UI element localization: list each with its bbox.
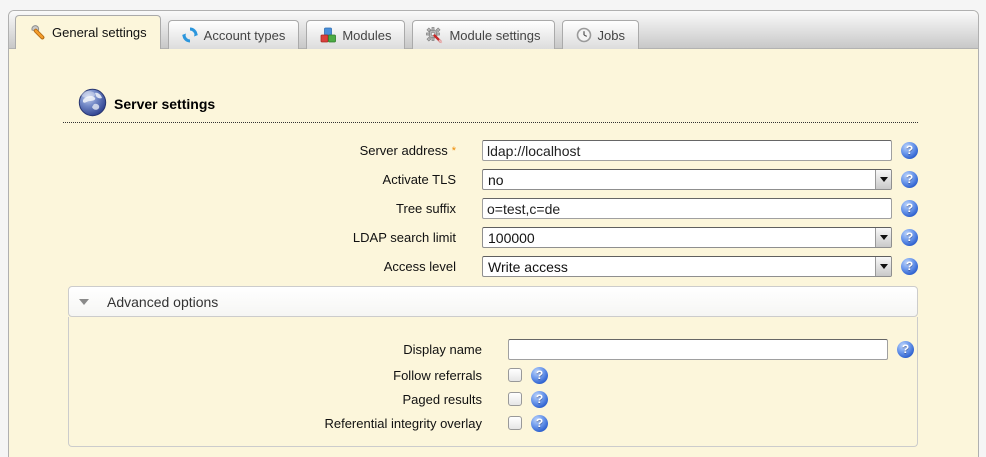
- selected-value: 100000: [483, 230, 875, 246]
- display-name-label: Display name: [69, 342, 482, 357]
- tab-general-settings[interactable]: General settings: [15, 15, 161, 49]
- help-icon[interactable]: ?: [897, 341, 914, 358]
- tab-module-settings[interactable]: Module settings: [412, 20, 554, 49]
- tab-jobs[interactable]: Jobs: [562, 20, 639, 49]
- selected-value: no: [483, 172, 875, 188]
- activate-tls-label: Activate TLS: [63, 172, 456, 187]
- help-icon[interactable]: ?: [901, 258, 918, 275]
- tab-label: Module settings: [449, 28, 540, 43]
- tab-account-types[interactable]: Account types: [168, 20, 300, 49]
- modules-icon: [320, 27, 336, 43]
- display-name-row: Display name?: [69, 335, 917, 363]
- tab-modules[interactable]: Modules: [306, 20, 405, 49]
- ldap-search-limit-label: LDAP search limit: [63, 230, 456, 245]
- general-settings-panel: Server settings Server address*?Activate…: [9, 49, 978, 447]
- advanced-options-content: Display name?Follow referrals?Paged resu…: [68, 317, 918, 447]
- tree-suffix-input[interactable]: [482, 198, 892, 219]
- wrench-icon: [29, 24, 46, 41]
- access-level-select[interactable]: Write access: [482, 256, 892, 277]
- follow-referrals-row: Follow referrals?: [69, 363, 917, 387]
- help-icon[interactable]: ?: [901, 200, 918, 217]
- clock-icon: [576, 27, 592, 43]
- tab-label: Jobs: [598, 28, 625, 43]
- section-title-row: Server settings: [78, 89, 918, 118]
- help-icon[interactable]: ?: [901, 229, 918, 246]
- help-icon[interactable]: ?: [531, 391, 548, 408]
- settings-panel: General settings Account types Modules Modu…: [8, 10, 979, 457]
- triangle-down-icon: [79, 299, 89, 305]
- access-level-label: Access level: [63, 259, 456, 274]
- server-address-input[interactable]: [482, 140, 892, 161]
- ldap-search-limit-row: LDAP search limit 100000?: [63, 223, 918, 252]
- paged-results-row: Paged results?: [69, 387, 917, 411]
- page-title: Server settings: [114, 96, 215, 112]
- server-address-label: Server address*: [63, 143, 456, 158]
- ldap-search-limit-select[interactable]: 100000: [482, 227, 892, 248]
- access-level-row: Access level Write access?: [63, 252, 918, 281]
- help-icon[interactable]: ?: [901, 171, 918, 188]
- help-icon[interactable]: ?: [901, 142, 918, 159]
- follow-referrals-checkbox[interactable]: [508, 368, 522, 382]
- tab-bar: General settings Account types Modules Modu…: [9, 11, 978, 49]
- help-icon[interactable]: ?: [531, 367, 548, 384]
- tree-suffix-label: Tree suffix: [63, 201, 456, 216]
- follow-referrals-label: Follow referrals: [69, 368, 482, 383]
- tree-suffix-row: Tree suffix?: [63, 194, 918, 223]
- referential-integrity-overlay-label: Referential integrity overlay: [69, 416, 482, 431]
- dropdown-arrow-icon[interactable]: [875, 170, 891, 189]
- account-types-icon: [182, 27, 198, 43]
- section-divider: [63, 122, 918, 123]
- advanced-options-title: Advanced options: [107, 294, 218, 310]
- advanced-options-header[interactable]: Advanced options: [68, 286, 918, 317]
- referential-integrity-overlay-checkbox[interactable]: [508, 416, 522, 430]
- dropdown-arrow-icon[interactable]: [875, 228, 891, 247]
- help-icon[interactable]: ?: [531, 415, 548, 432]
- tab-label: Modules: [342, 28, 391, 43]
- display-name-input[interactable]: [508, 339, 888, 360]
- server-address-row: Server address*?: [63, 136, 918, 165]
- dropdown-arrow-icon[interactable]: [875, 257, 891, 276]
- tab-label: Account types: [204, 28, 286, 43]
- advanced-options-accordion: Advanced options Display name?Follow ref…: [68, 286, 918, 447]
- paged-results-label: Paged results: [69, 392, 482, 407]
- module-settings-icon: [426, 27, 443, 44]
- activate-tls-row: Activate TLS no?: [63, 165, 918, 194]
- globe-icon: [78, 88, 107, 120]
- required-marker-icon: *: [452, 145, 456, 157]
- selected-value: Write access: [483, 259, 875, 275]
- activate-tls-select[interactable]: no: [482, 169, 892, 190]
- paged-results-checkbox[interactable]: [508, 392, 522, 406]
- referential-integrity-overlay-row: Referential integrity overlay?: [69, 411, 917, 435]
- server-settings-form: Server address*?Activate TLSno?Tree suff…: [63, 136, 918, 281]
- tab-label: General settings: [52, 25, 147, 40]
